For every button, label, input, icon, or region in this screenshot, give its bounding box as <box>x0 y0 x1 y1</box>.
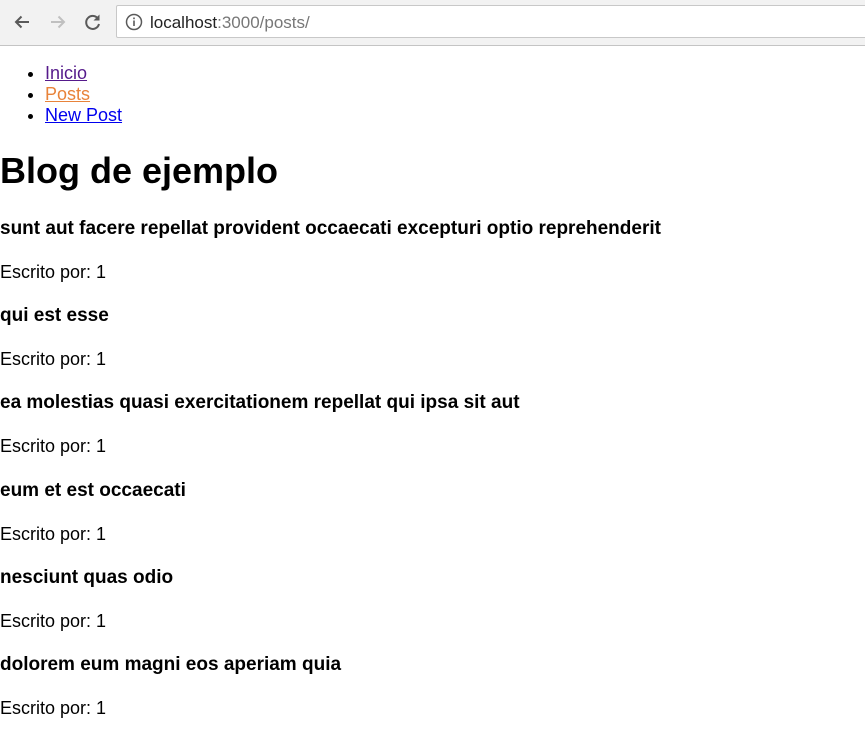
nav-item-inicio: Inicio <box>45 63 865 84</box>
url-host: localhost <box>150 13 218 32</box>
post-title: nesciunt quas odio <box>0 567 174 588</box>
reload-icon <box>85 14 100 30</box>
page-title: Blog de ejemplo <box>0 150 279 191</box>
info-icon[interactable] <box>125 13 143 31</box>
browser-toolbar: localhost:3000/posts/ <box>0 0 865 46</box>
post-title: dolorem eum magni eos aperiam quia <box>0 654 342 675</box>
post-item: nesciunt quas odio Escrito por: 1 <box>0 567 174 631</box>
post-author: Escrito por: 1 <box>0 698 107 718</box>
nav-menu: Inicio Posts New Post <box>0 63 865 126</box>
nav-link-posts[interactable]: Posts <box>45 84 90 104</box>
forward-button[interactable] <box>45 9 71 35</box>
post-item: qui est esse Escrito por: 1 <box>0 305 109 369</box>
post-title: sunt aut facere repellat provident occae… <box>0 218 661 239</box>
url-text: localhost:3000/posts/ <box>150 13 310 32</box>
post-item: eum et est occaecati Escrito por: 1 <box>0 480 186 544</box>
nav-link-new-post[interactable]: New Post <box>45 105 122 125</box>
post-item: sunt aut facere repellat provident occae… <box>0 218 661 282</box>
nav-item-new-post: New Post <box>45 105 865 126</box>
post-title: qui est esse <box>0 305 109 326</box>
post-author: Escrito por: 1 <box>0 524 107 544</box>
post-author: Escrito por: 1 <box>0 349 107 369</box>
post-title: eum et est occaecati <box>0 480 186 501</box>
address-bar[interactable]: localhost:3000/posts/ <box>116 5 865 38</box>
nav-item-posts: Posts <box>45 84 865 105</box>
post-title: ea molestias quasi exercitationem repell… <box>0 392 520 413</box>
post-author: Escrito por: 1 <box>0 611 107 631</box>
post-item: ea molestias quasi exercitationem repell… <box>0 392 520 456</box>
back-button[interactable] <box>9 9 35 35</box>
post-item: dolorem eum magni eos aperiam quia Escri… <box>0 654 342 718</box>
reload-button[interactable] <box>80 9 106 35</box>
page-content: Inicio Posts New Post <box>0 46 865 126</box>
arrow-left-icon <box>14 15 29 29</box>
nav-link-inicio[interactable]: Inicio <box>45 63 87 83</box>
url-path: :3000/posts/ <box>217 13 310 32</box>
arrow-right-icon <box>51 15 66 29</box>
post-author: Escrito por: 1 <box>0 436 107 456</box>
post-author: Escrito por: 1 <box>0 262 107 282</box>
